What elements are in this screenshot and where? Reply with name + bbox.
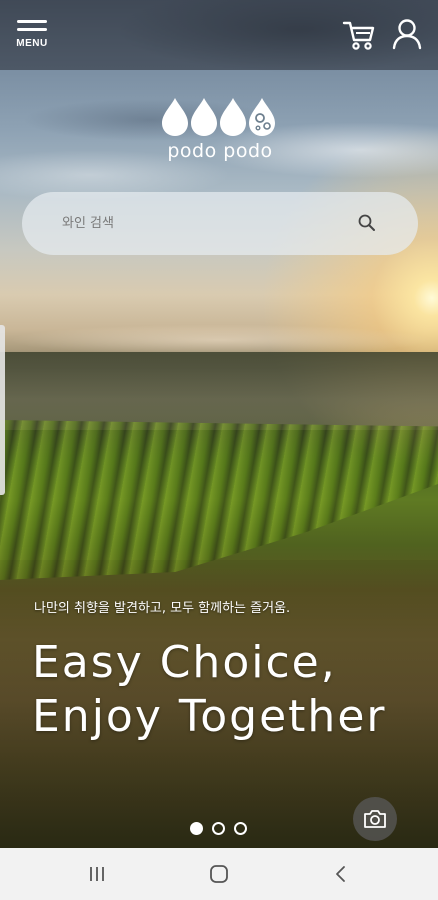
- hamburger-icon: [17, 20, 47, 36]
- carousel-dot-3[interactable]: [234, 822, 247, 835]
- menu-button[interactable]: MENU: [14, 18, 52, 54]
- camera-icon: [364, 810, 386, 828]
- brand-logo[interactable]: podo podo: [158, 96, 282, 168]
- brand-wordmark: podo podo: [167, 140, 273, 162]
- top-bar: MENU: [0, 0, 438, 70]
- camera-button[interactable]: [353, 797, 397, 841]
- back-icon: [336, 866, 345, 882]
- cart-button[interactable]: [342, 18, 376, 52]
- search-input[interactable]: [62, 192, 352, 255]
- system-nav-bar: [0, 848, 438, 900]
- grape-drops-logo: [162, 98, 275, 136]
- recents-button[interactable]: [82, 862, 112, 886]
- side-drawer-handle[interactable]: [0, 325, 5, 495]
- treeline: [0, 352, 438, 430]
- carousel-dot-1[interactable]: [190, 822, 203, 835]
- menu-label: MENU: [16, 38, 48, 49]
- user-icon: [392, 19, 422, 50]
- recents-icon: [90, 867, 104, 881]
- back-button[interactable]: [326, 862, 356, 886]
- account-button[interactable]: [392, 18, 422, 50]
- home-icon: [210, 865, 228, 883]
- headline-line-2: Enjoy Together: [32, 691, 387, 742]
- hero-headline: Easy Choice, Enjoy Together: [32, 636, 432, 744]
- home-button[interactable]: [204, 862, 234, 886]
- hero-tagline: 나만의 취향을 발견하고, 모두 함께하는 즐거움.: [34, 601, 291, 616]
- cart-icon: [342, 21, 375, 50]
- carousel-pagination: [190, 822, 250, 836]
- headline-line-1: Easy Choice,: [32, 637, 337, 688]
- search-icon[interactable]: [357, 213, 377, 233]
- carousel-dot-2[interactable]: [212, 822, 225, 835]
